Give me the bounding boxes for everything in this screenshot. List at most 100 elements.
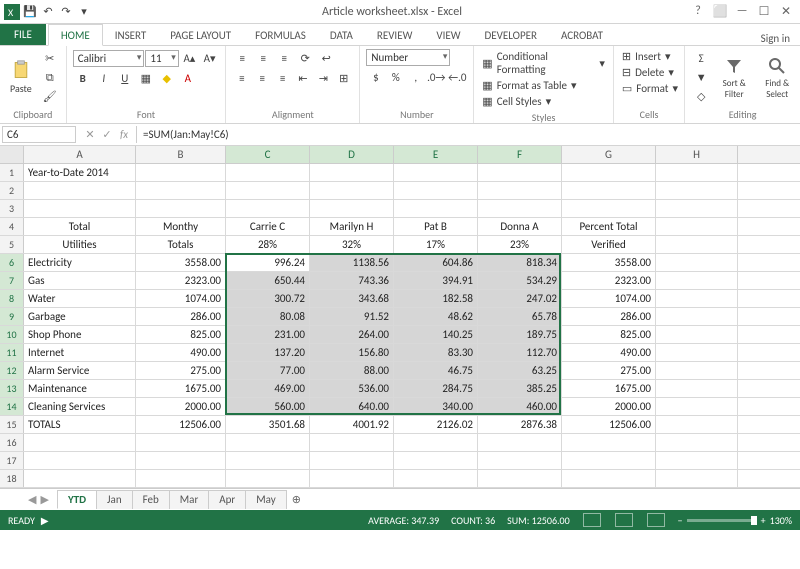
cell-F11[interactable]: 112.70 [478,344,562,361]
ribbon-options-icon[interactable]: ⬜ [710,4,730,19]
cell-E13[interactable]: 284.75 [394,380,478,397]
cell-A6[interactable]: Electricity [24,254,136,271]
cell-B8[interactable]: 1074.00 [136,290,226,307]
cell-D15[interactable]: 4001.92 [310,416,394,433]
cell-G4[interactable]: Percent Total [562,218,656,235]
cell-G17[interactable] [562,452,656,469]
cell-F18[interactable] [478,470,562,487]
insert-function-icon[interactable]: fx [116,128,132,141]
cell-C12[interactable]: 77.00 [226,362,310,379]
increase-decimal-icon[interactable]: .0→ [426,68,446,86]
cell-styles-button[interactable]: ▦Cell Styles ▾ [480,94,607,109]
cell-G1[interactable] [562,164,656,181]
decrease-indent-icon[interactable]: ⇤ [293,69,312,87]
cell-B2[interactable] [136,182,226,199]
cell-G8[interactable]: 1074.00 [562,290,656,307]
col-header-H[interactable]: H [656,146,738,163]
cell-H5[interactable] [656,236,738,253]
cell-H12[interactable] [656,362,738,379]
excel-icon[interactable]: X [4,4,20,20]
cell-H11[interactable] [656,344,738,361]
cell-D4[interactable]: Marilyn H [310,218,394,235]
cell-D5[interactable]: 32% [310,236,394,253]
enter-formula-icon[interactable]: ✓ [99,128,115,141]
format-cells-button[interactable]: ▭Format ▾ [620,81,678,96]
cell-D12[interactable]: 88.00 [310,362,394,379]
cell-C10[interactable]: 231.00 [226,326,310,343]
cell-A5[interactable]: Utilities [24,236,136,253]
row-header-8[interactable]: 8 [0,290,24,307]
clear-icon[interactable]: ◇ [691,88,711,106]
cell-D8[interactable]: 343.68 [310,290,394,307]
name-box[interactable]: C6 [2,126,76,143]
tab-page-layout[interactable]: PAGE LAYOUT [158,25,243,45]
cell-G18[interactable] [562,470,656,487]
cell-C1[interactable] [226,164,310,181]
maximize-icon[interactable]: ☐ [754,4,774,19]
cell-H10[interactable] [656,326,738,343]
cell-A15[interactable]: TOTALS [24,416,136,433]
cell-G2[interactable] [562,182,656,199]
cell-G16[interactable] [562,434,656,451]
cell-A17[interactable] [24,452,136,469]
cell-G14[interactable]: 2000.00 [562,398,656,415]
align-center-icon[interactable]: ≡ [253,69,272,87]
cell-C2[interactable] [226,182,310,199]
cell-D18[interactable] [310,470,394,487]
cell-B12[interactable]: 275.00 [136,362,226,379]
bold-icon[interactable]: B [73,69,93,87]
cell-E6[interactable]: 604.86 [394,254,478,271]
row-header-17[interactable]: 17 [0,452,24,469]
cell-E1[interactable] [394,164,478,181]
sort-filter-button[interactable]: Sort & Filter [715,54,753,102]
cell-F13[interactable]: 385.25 [478,380,562,397]
cell-H8[interactable] [656,290,738,307]
cell-B4[interactable]: Monthy [136,218,226,235]
cell-G6[interactable]: 3558.00 [562,254,656,271]
cell-E15[interactable]: 2126.02 [394,416,478,433]
cell-E9[interactable]: 48.62 [394,308,478,325]
cell-H9[interactable] [656,308,738,325]
cell-A12[interactable]: Alarm Service [24,362,136,379]
cell-D1[interactable] [310,164,394,181]
cell-D7[interactable]: 743.36 [310,272,394,289]
cell-B17[interactable] [136,452,226,469]
cell-C14[interactable]: 560.00 [226,398,310,415]
cell-F14[interactable]: 460.00 [478,398,562,415]
fill-color-icon[interactable]: ◆ [157,69,177,87]
cell-D17[interactable] [310,452,394,469]
cell-F8[interactable]: 247.02 [478,290,562,307]
cell-D16[interactable] [310,434,394,451]
col-header-D[interactable]: D [310,146,394,163]
cell-D9[interactable]: 91.52 [310,308,394,325]
align-right-icon[interactable]: ≡ [273,69,292,87]
cell-E14[interactable]: 340.00 [394,398,478,415]
cell-D14[interactable]: 640.00 [310,398,394,415]
cell-F12[interactable]: 63.25 [478,362,562,379]
formula-input[interactable]: =SUM(Jan:May!C6) [136,126,800,143]
row-header-18[interactable]: 18 [0,470,24,487]
close-icon[interactable]: ✕ [776,4,796,19]
conditional-formatting-button[interactable]: ▦Conditional Formatting ▾ [480,49,607,77]
cell-H7[interactable] [656,272,738,289]
row-header-3[interactable]: 3 [0,200,24,217]
sheet-tab-apr[interactable]: Apr [208,490,246,509]
cell-F17[interactable] [478,452,562,469]
cell-H18[interactable] [656,470,738,487]
cell-G13[interactable]: 1675.00 [562,380,656,397]
cell-H16[interactable] [656,434,738,451]
font-color-icon[interactable]: A [178,69,198,87]
cell-E11[interactable]: 83.30 [394,344,478,361]
italic-icon[interactable]: I [94,69,114,87]
sheet-nav-next-icon[interactable]: ▶ [40,493,48,506]
cell-B3[interactable] [136,200,226,217]
find-select-button[interactable]: Find & Select [757,54,797,102]
sheet-nav-prev-icon[interactable]: ◀ [28,493,36,506]
increase-font-icon[interactable]: A▴ [180,49,199,67]
cell-B1[interactable] [136,164,226,181]
align-top-icon[interactable]: ≡ [232,49,252,67]
cell-F15[interactable]: 2876.38 [478,416,562,433]
cell-A3[interactable] [24,200,136,217]
cell-E17[interactable] [394,452,478,469]
cell-B7[interactable]: 2323.00 [136,272,226,289]
